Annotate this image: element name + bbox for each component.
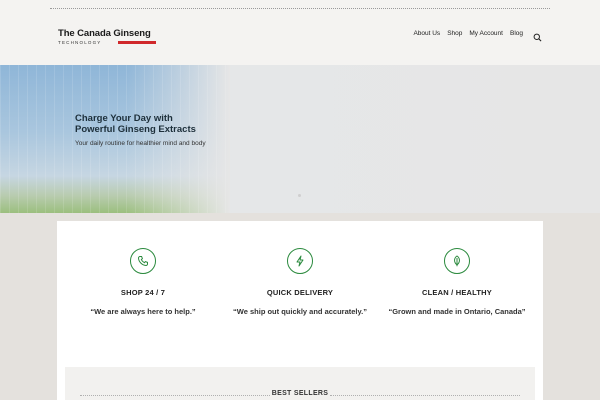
hero-subtitle: Your daily routine for healthier mind an…: [75, 140, 206, 147]
feature-text: “We ship out quickly and accurately.”: [233, 307, 367, 316]
slider-dot[interactable]: [298, 194, 301, 197]
header-divider: [50, 8, 550, 9]
hero-title-line2: Powerful Ginseng Extracts: [75, 124, 196, 135]
feature-quick-delivery: QUICK DELIVERY “We ship out quickly and …: [220, 248, 380, 316]
hero-banner: Charge Your Day with Powerful Ginseng Ex…: [0, 65, 600, 213]
nav-my-account[interactable]: My Account: [469, 30, 503, 37]
logo-title: The Canada Ginseng: [58, 28, 151, 39]
bestsellers-section: BEST SELLERS: [65, 367, 535, 400]
nav-about-us[interactable]: About Us: [413, 30, 440, 37]
feature-title: QUICK DELIVERY: [266, 288, 334, 297]
hero-image: [0, 65, 230, 213]
site-header: The Canada Ginseng TECHNOLOGY About Us S…: [0, 0, 600, 65]
feature-text: “We are always here to help.”: [90, 307, 196, 316]
feature-title: SHOP 24 / 7: [120, 288, 166, 297]
search-icon[interactable]: [533, 29, 542, 42]
hero-title-line1: Charge Your Day with: [75, 113, 173, 124]
hero-title: Charge Your Day with Powerful Ginseng Ex…: [75, 113, 235, 135]
phone-icon: [130, 248, 156, 274]
logo-red-bar: [118, 41, 156, 44]
main-nav: About Us Shop My Account Blog: [406, 29, 542, 42]
feature-text: “Grown and made in Ontario, Canada”: [388, 307, 526, 316]
leaf-icon: [444, 248, 470, 274]
divider-right: [330, 395, 520, 396]
nav-shop[interactable]: Shop: [447, 30, 462, 37]
lightning-icon: [287, 248, 313, 274]
nav-blog[interactable]: Blog: [510, 30, 523, 37]
feature-shop-24-7: SHOP 24 / 7 “We are always here to help.…: [63, 248, 223, 316]
feature-clean-healthy: CLEAN / HEALTHY “Grown and made in Ontar…: [377, 248, 537, 316]
feature-title: CLEAN / HEALTHY: [422, 288, 492, 297]
site-logo[interactable]: The Canada Ginseng TECHNOLOGY: [58, 28, 158, 45]
